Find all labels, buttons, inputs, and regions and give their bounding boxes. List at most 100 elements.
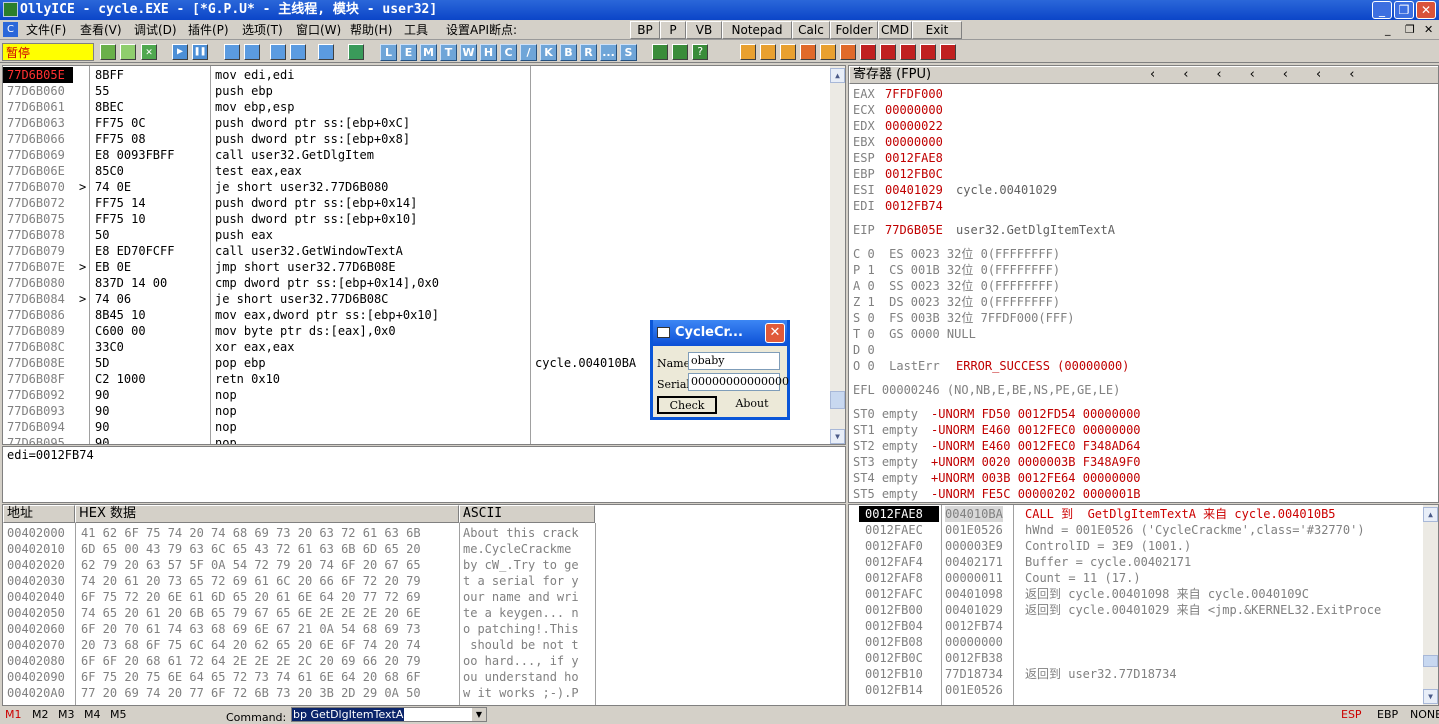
plugin-9-icon[interactable]	[900, 44, 916, 60]
command-dropdown-icon[interactable]: ▼	[472, 708, 486, 721]
dump-hex[interactable]: 6D 65 00 43 79 63 6C 65 43 72 61 63 6B 6…	[81, 541, 421, 557]
register-value[interactable]: 7FFDF000	[885, 86, 943, 102]
disasm-instruction[interactable]: push dword ptr ss:[ebp+0xC]	[215, 115, 410, 131]
child-window-icon[interactable]: C	[3, 22, 18, 37]
run-trace-window-icon[interactable]: ...	[600, 44, 617, 61]
stack-scroll-thumb[interactable]	[1423, 655, 1438, 667]
plugin-8-icon[interactable]	[880, 44, 896, 60]
restart-icon[interactable]	[120, 44, 136, 60]
menu-help[interactable]: 帮助(H)	[350, 20, 392, 40]
disasm-instruction[interactable]: call user32.GetDlgItem	[215, 147, 374, 163]
register-value[interactable]: 0012FAE8	[885, 150, 943, 166]
reg-arrows[interactable]: ‹‹‹‹‹‹‹	[1150, 67, 1382, 83]
calc-button[interactable]: Calc	[792, 21, 830, 39]
dump-ascii[interactable]: me.CycleCrackme	[463, 541, 579, 557]
disasm-instruction[interactable]: xor eax,eax	[215, 339, 294, 355]
log-window-icon[interactable]: L	[380, 44, 397, 61]
disasm-address[interactable]: 77D6B061	[7, 99, 65, 115]
stack-value[interactable]: 77D18734	[945, 666, 1003, 682]
fpu-value[interactable]: -UNORM FD50 0012FD54 00000000	[931, 406, 1141, 422]
registers-header[interactable]: 寄存器 (FPU) ‹‹‹‹‹‹‹	[849, 66, 1438, 84]
disasm-instruction[interactable]: pop ebp	[215, 355, 266, 371]
menu-window[interactable]: 窗口(W)	[296, 20, 341, 40]
trace-over-icon[interactable]	[290, 44, 306, 60]
list-icon[interactable]	[652, 44, 668, 60]
stack-address[interactable]: 0012FB10	[865, 666, 923, 682]
stack-address[interactable]: 0012FAF0	[865, 538, 923, 554]
disasm-instruction[interactable]: test eax,eax	[215, 163, 302, 179]
source-window-icon[interactable]: S	[620, 44, 637, 61]
register-value[interactable]: 00401029	[885, 182, 943, 198]
modules-window-icon[interactable]: E	[400, 44, 417, 61]
cpu-window-icon[interactable]: C	[500, 44, 517, 61]
name-input[interactable]: obaby	[688, 352, 780, 370]
menu-debug[interactable]: 调试(D)	[134, 20, 177, 40]
disasm-hex[interactable]: 90	[95, 387, 109, 403]
dump-pane[interactable]: 地址 HEX 数据 ASCII 00402000 41 62 6F 75 74 2…	[2, 504, 846, 706]
dump-ascii[interactable]: w it works ;-).P	[463, 685, 579, 701]
trace-into-icon[interactable]	[270, 44, 286, 60]
menu-file[interactable]: 文件(F)	[26, 20, 66, 40]
maximize-button[interactable]: ❐	[1394, 1, 1414, 19]
flag-row[interactable]: D 0	[853, 342, 875, 358]
stack-value[interactable]: 00000011	[945, 570, 1003, 586]
dump-hex[interactable]: 20 73 68 6F 75 6C 64 20 62 65 20 6E 6F 7…	[81, 637, 421, 653]
run-icon[interactable]: ▶	[172, 44, 188, 60]
child-restore-icon[interactable]: ❐	[1405, 20, 1415, 40]
disasm-address[interactable]: 77D6B078	[7, 227, 65, 243]
stack-value[interactable]: 00401098	[945, 586, 1003, 602]
dump-address[interactable]: 00402060	[7, 621, 65, 637]
disasm-instruction[interactable]: mov ebp,esp	[215, 99, 294, 115]
memory-window-icon[interactable]: M	[420, 44, 437, 61]
disasm-hex[interactable]: 33C0	[95, 339, 124, 355]
disasm-hex[interactable]: 90	[95, 403, 109, 419]
stack-scrollbar[interactable]	[1423, 505, 1438, 705]
stack-address[interactable]: 0012FAFC	[865, 586, 923, 602]
vb-button[interactable]: VB	[686, 21, 722, 39]
fpu-value[interactable]: -UNORM FE5C 00000202 0000001B	[931, 486, 1141, 502]
child-minimize-icon[interactable]: _	[1385, 20, 1391, 40]
flag-row[interactable]: S 0 FS 003B 32位 7FFDF000(FFF)	[853, 310, 1075, 326]
menu-tools[interactable]: 工具	[404, 20, 428, 40]
disasm-instruction[interactable]: cmp dword ptr ss:[ebp+0x14],0x0	[215, 275, 439, 291]
dump-address[interactable]: 00402030	[7, 573, 65, 589]
windows-window-icon[interactable]: W	[460, 44, 477, 61]
plugin-11-icon[interactable]	[940, 44, 956, 60]
goto-icon[interactable]	[348, 44, 364, 60]
dump-ascii[interactable]: oo hard..., if y	[463, 653, 579, 669]
disasm-address[interactable]: 77D6B066	[7, 131, 65, 147]
stack-address[interactable]: 0012FAEC	[865, 522, 923, 538]
stack-value[interactable]: 00000000	[945, 634, 1003, 650]
disasm-instruction[interactable]: push eax	[215, 227, 273, 243]
disasm-address[interactable]: 77D6B084	[7, 291, 65, 307]
disasm-address[interactable]: 77D6B089	[7, 323, 65, 339]
disasm-hex[interactable]: FF75 0C	[95, 115, 146, 131]
stack-address[interactable]: 0012FB00	[865, 602, 923, 618]
call-stack-window-icon[interactable]: K	[540, 44, 557, 61]
disasm-hex[interactable]: 8BEC	[95, 99, 124, 115]
stack-address[interactable]: 0012FAF4	[865, 554, 923, 570]
disasm-instruction[interactable]: push ebp	[215, 83, 273, 99]
register-value[interactable]: 00000000	[885, 134, 943, 150]
flag-row[interactable]: T 0 GS 0000 NULL	[853, 326, 976, 342]
disasm-address[interactable]: 77D6B08C	[7, 339, 65, 355]
dump-header-ascii[interactable]: ASCII	[459, 505, 595, 523]
stack-address[interactable]: 0012FB14	[865, 682, 923, 698]
disasm-instruction[interactable]: push dword ptr ss:[ebp+0x14]	[215, 195, 417, 211]
help-icon[interactable]: ?	[692, 44, 708, 60]
dump-hex[interactable]: 77 20 69 74 20 77 6F 72 6B 73 20 3B 2D 2…	[81, 685, 421, 701]
dump-address[interactable]: 004020A0	[7, 685, 65, 701]
disasm-address[interactable]: 77D6B086	[7, 307, 65, 323]
hbp-icon[interactable]	[800, 44, 816, 60]
disasm-address[interactable]: 77D6B063	[7, 115, 65, 131]
dump-address[interactable]: 00402050	[7, 605, 65, 621]
disasm-hex[interactable]: EB 0E	[95, 259, 131, 275]
disasm-comment[interactable]: cycle.004010BA	[535, 355, 636, 371]
asm-icon[interactable]	[840, 44, 856, 60]
disasm-instruction[interactable]: push dword ptr ss:[ebp+0x8]	[215, 131, 410, 147]
disasm-instruction[interactable]: nop	[215, 435, 237, 444]
disasm-hex[interactable]: 90	[95, 419, 109, 435]
plugin-1-icon[interactable]	[740, 44, 756, 60]
m1-tab[interactable]: M1	[5, 708, 22, 721]
disasm-address[interactable]: 77D6B095	[7, 435, 65, 444]
